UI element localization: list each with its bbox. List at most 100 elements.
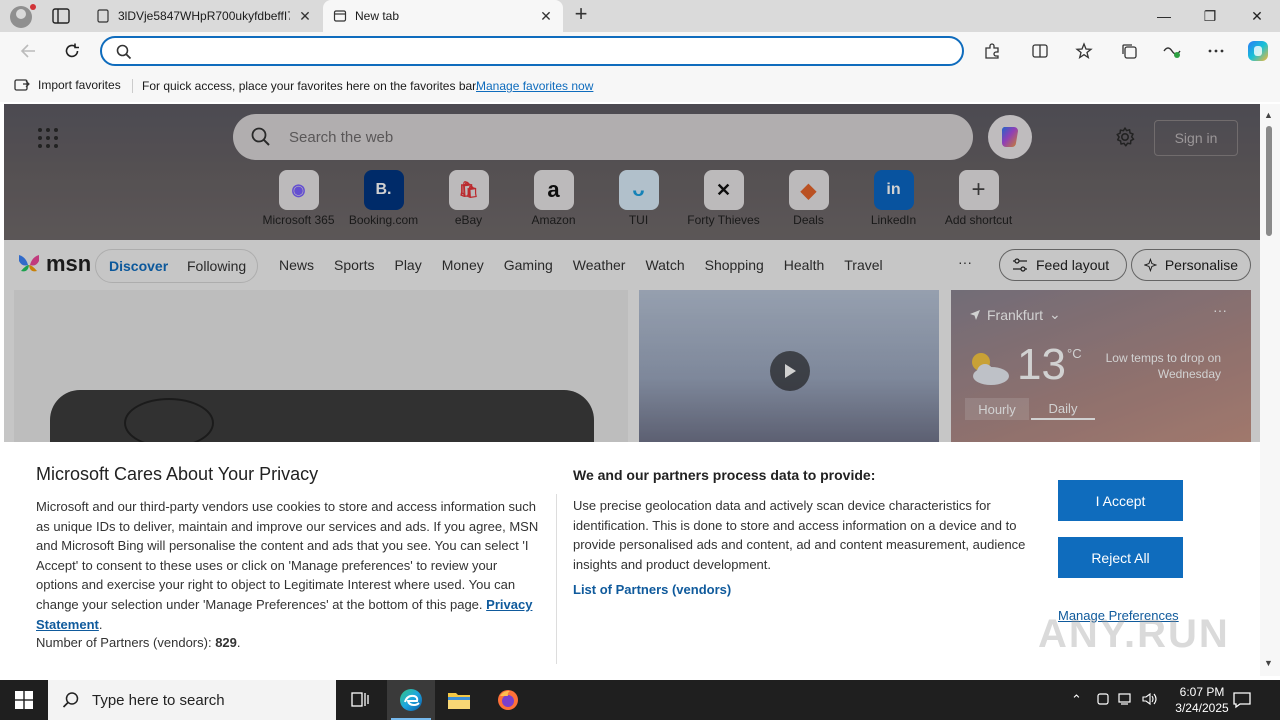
play-icon[interactable]	[770, 351, 810, 391]
tab-discover[interactable]: Discover	[109, 258, 187, 274]
windows-logo-icon	[15, 691, 33, 709]
tab-following[interactable]: Following	[187, 258, 246, 274]
nav-more-icon[interactable]: ···	[958, 254, 972, 270]
dialog-divider	[556, 494, 557, 664]
import-favorites-button[interactable]: Import favorites	[14, 78, 121, 92]
volume-icon[interactable]	[1142, 692, 1158, 709]
favorites-icon[interactable]	[1072, 40, 1096, 62]
close-tab-icon[interactable]: ✕	[539, 8, 553, 25]
network-status-icon[interactable]	[1096, 692, 1110, 709]
taskbar-search[interactable]	[48, 680, 336, 720]
close-tab-icon[interactable]: ✕	[298, 8, 312, 25]
nav-news[interactable]: News	[279, 257, 314, 273]
microsoft-365-icon: ◉	[278, 170, 319, 210]
edge-taskbar-button[interactable]	[387, 680, 435, 720]
tui-icon: ᴗ	[618, 170, 659, 210]
manage-favorites-link[interactable]: Manage favorites now	[476, 79, 593, 93]
scroll-up-arrow[interactable]: ▲	[1264, 110, 1273, 120]
shortcut-label: Microsoft 365	[262, 213, 335, 227]
list-of-partners-link[interactable]: List of Partners (vendors)	[573, 582, 731, 597]
nav-gaming[interactable]: Gaming	[504, 257, 553, 273]
minimize-button[interactable]: —	[1141, 0, 1187, 32]
accept-button[interactable]: I Accept	[1058, 480, 1183, 521]
profile-icon[interactable]	[10, 6, 32, 28]
shortcut-forty-thieves[interactable]: ✕ Forty Thieves	[681, 170, 766, 227]
reject-all-button[interactable]: Reject All	[1058, 537, 1183, 578]
personalise-button[interactable]: Personalise	[1131, 249, 1251, 281]
refresh-icon[interactable]	[60, 40, 84, 62]
extensions-icon[interactable]	[980, 40, 1004, 62]
privacy-consent-dialog: Microsoft Cares About Your Privacy Micro…	[4, 442, 1260, 676]
task-view-button[interactable]	[336, 680, 384, 720]
sign-in-button[interactable]: Sign in	[1154, 120, 1238, 156]
apps-launcher-icon[interactable]	[38, 128, 58, 148]
firefox-icon	[498, 690, 518, 710]
nav-weather[interactable]: Weather	[573, 257, 626, 273]
shortcut-deals[interactable]: ◆ Deals	[766, 170, 851, 227]
shortcut-tui[interactable]: ᴗ TUI	[596, 170, 681, 227]
file-explorer-button[interactable]	[435, 680, 483, 720]
collections-icon[interactable]	[1117, 40, 1141, 62]
ebay-icon: 🛍	[448, 170, 489, 210]
web-search-box[interactable]	[233, 114, 973, 160]
browser-essentials-icon[interactable]	[1160, 40, 1184, 62]
hero-news-card[interactable]	[14, 290, 628, 470]
favorites-message: For quick access, place your favorites h…	[142, 79, 479, 93]
shortcut-amazon[interactable]: a Amazon	[511, 170, 596, 227]
system-clock[interactable]: 6:07 PM 3/24/2025	[1164, 684, 1240, 716]
msn-logo[interactable]: msn	[16, 251, 91, 277]
page-scrollbar[interactable]: ▲ ▼	[1260, 104, 1280, 676]
tray-overflow-icon[interactable]: ⌃	[1071, 692, 1082, 708]
nav-play[interactable]: Play	[394, 257, 421, 273]
shortcut-label: eBay	[454, 213, 483, 227]
nav-health[interactable]: Health	[784, 257, 824, 273]
scrollbar-thumb[interactable]	[1266, 126, 1272, 236]
tab-actions-icon[interactable]	[50, 6, 72, 26]
nav-shopping[interactable]: Shopping	[705, 257, 764, 273]
weather-card[interactable]: Frankfurt ⌄ ··· 13 °C Low temps to drop …	[951, 290, 1251, 450]
copilot-icon[interactable]	[1245, 40, 1271, 62]
feed-layout-button[interactable]: Feed layout	[999, 249, 1127, 281]
shortcut-booking[interactable]: B. Booking.com	[341, 170, 426, 227]
shortcut-microsoft-365[interactable]: ◉ Microsoft 365	[256, 170, 341, 227]
shortcut-add[interactable]: + Add shortcut	[936, 170, 1021, 227]
nav-money[interactable]: Money	[442, 257, 484, 273]
weather-location[interactable]: Frankfurt ⌄	[969, 306, 1061, 323]
browser-tab[interactable]: 3lDVje5847WHpR700ukyfdbeffI70 ✕	[86, 0, 322, 32]
nav-watch[interactable]: Watch	[645, 257, 684, 273]
scroll-down-arrow[interactable]: ▼	[1264, 658, 1273, 668]
anyrun-watermark: ANY.RUN	[1038, 612, 1230, 656]
new-tab-button[interactable]: +	[570, 3, 592, 26]
tab-daily[interactable]: Daily	[1031, 398, 1095, 420]
close-window-button[interactable]: ✕	[1234, 0, 1280, 32]
web-search-input[interactable]	[289, 127, 929, 147]
browser-tab-active[interactable]: New tab ✕	[323, 0, 563, 32]
shortcut-linkedin[interactable]: in LinkedIn	[851, 170, 936, 227]
weather-note[interactable]: Low temps to drop on Wednesday	[1101, 350, 1221, 382]
copilot-button[interactable]	[988, 115, 1032, 159]
tab-hourly[interactable]: Hourly	[965, 398, 1029, 420]
nav-travel[interactable]: Travel	[844, 257, 882, 273]
clock-time: 6:07 PM	[1179, 685, 1225, 699]
personalise-label: Personalise	[1164, 257, 1238, 273]
import-icon	[14, 79, 30, 91]
settings-gear-icon[interactable]	[1114, 126, 1138, 150]
notification-center-icon[interactable]	[1232, 690, 1252, 710]
address-bar[interactable]	[100, 36, 964, 66]
privacy-body-text: Microsoft and our third-party vendors us…	[36, 499, 539, 612]
restore-button[interactable]: ❐	[1187, 0, 1233, 32]
favorites-bar: Import favorites For quick access, place…	[0, 70, 1280, 102]
shortcut-ebay[interactable]: 🛍 eBay	[426, 170, 511, 227]
split-screen-icon[interactable]	[1028, 40, 1052, 62]
network-icon[interactable]	[1118, 692, 1134, 709]
taskbar-search-input[interactable]	[92, 691, 312, 709]
more-options-icon[interactable]	[1204, 40, 1228, 62]
weather-more-icon[interactable]: ···	[1213, 302, 1227, 318]
video-card[interactable]	[639, 290, 939, 450]
back-icon[interactable]	[16, 40, 40, 62]
address-input[interactable]	[140, 42, 940, 60]
divider	[132, 79, 133, 93]
start-button[interactable]	[0, 680, 48, 720]
firefox-button[interactable]	[484, 680, 532, 720]
nav-sports[interactable]: Sports	[334, 257, 374, 273]
